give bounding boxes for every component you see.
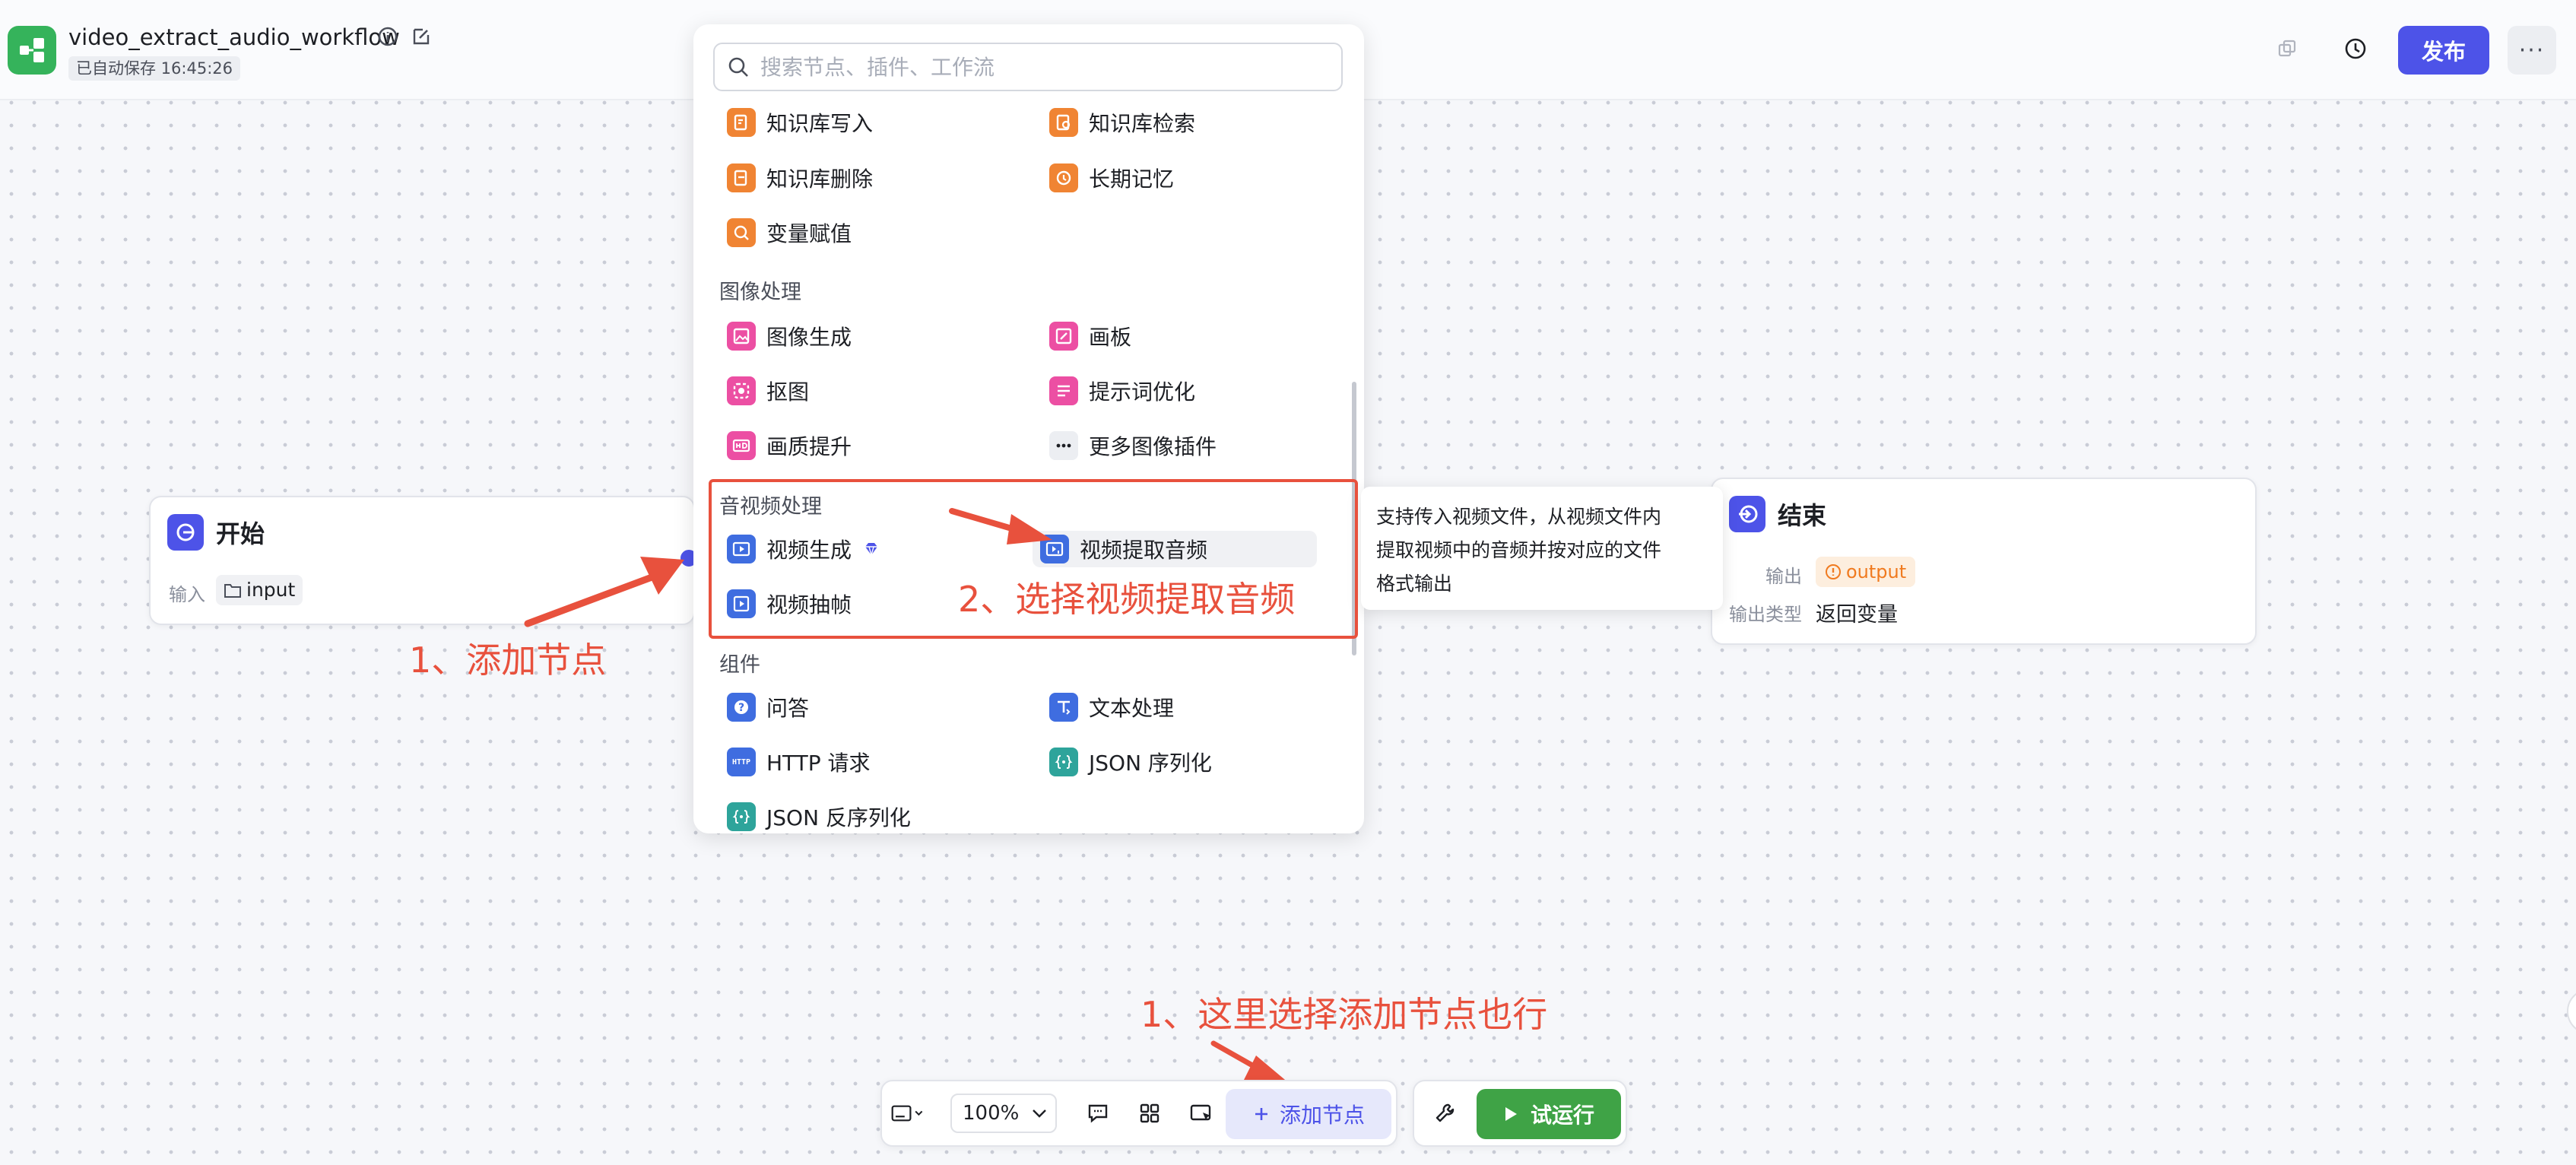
pointer-icon — [1190, 1104, 1211, 1121]
minimap-toggle[interactable] — [891, 1097, 925, 1130]
grid-layout-icon — [1140, 1103, 1160, 1123]
zoom-value: 100% — [963, 1102, 1020, 1125]
run-toolbar: 试运行 — [1413, 1080, 1627, 1147]
comment-button[interactable] — [1081, 1097, 1115, 1130]
wrench-icon — [1436, 1103, 1455, 1122]
annotation-arrows — [524, 508, 1294, 1087]
debug-settings-button[interactable] — [1428, 1097, 1461, 1130]
add-node-label: 添加节点 — [1279, 1103, 1365, 1128]
arrow-to-video-extract-head — [1007, 514, 1052, 544]
zoom-select[interactable]: 100% — [950, 1094, 1057, 1133]
chevron-down-icon — [1033, 1109, 1046, 1118]
test-run-label: 试运行 — [1530, 1103, 1594, 1128]
plus-icon — [1255, 1108, 1267, 1120]
comment-icon — [1088, 1104, 1108, 1123]
arrow-to-port — [524, 573, 658, 627]
play-icon — [1505, 1107, 1517, 1121]
minimap-icon — [891, 1105, 923, 1122]
pointer-mode-button[interactable] — [1185, 1097, 1218, 1130]
auto-layout-button[interactable] — [1133, 1097, 1166, 1130]
arrow-to-video-extract — [949, 508, 1017, 532]
bottom-toolbar: 100% 添加节点 — [880, 1080, 1397, 1147]
add-node-button[interactable]: 添加节点 — [1226, 1089, 1391, 1139]
test-run-button[interactable]: 试运行 — [1477, 1089, 1621, 1139]
